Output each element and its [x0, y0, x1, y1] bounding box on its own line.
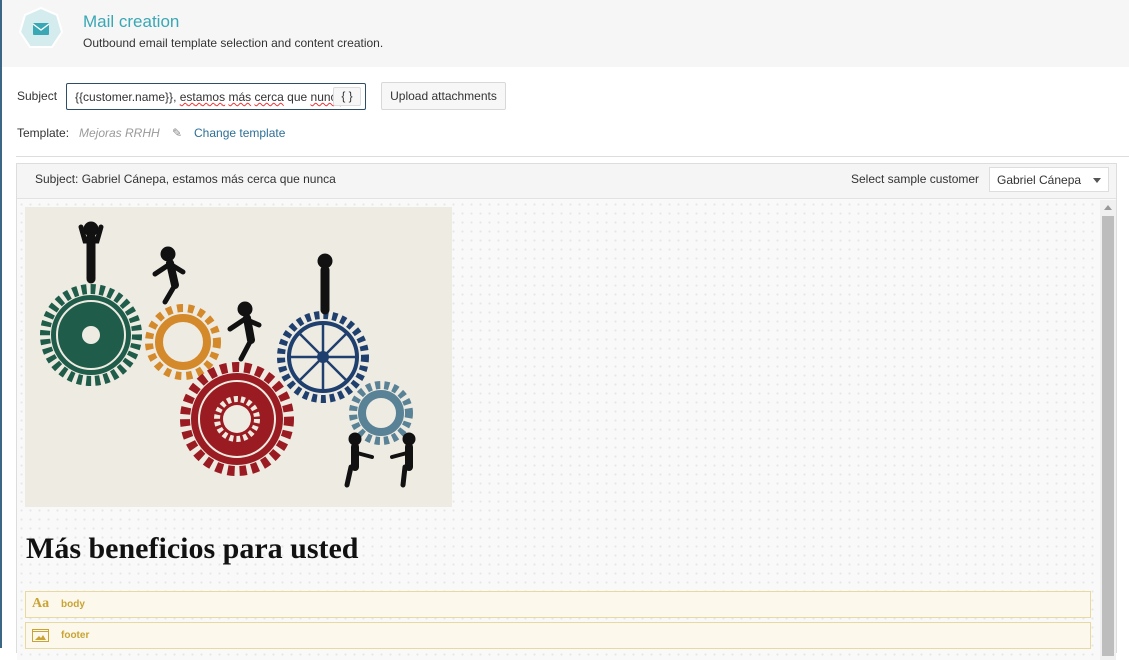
sample-customer-select[interactable]: Gabriel Cánepa — [989, 167, 1109, 192]
change-template-link[interactable]: Change template — [194, 126, 285, 140]
template-name: Mejoras RRHH — [79, 126, 160, 140]
scroll-up-icon[interactable] — [1104, 205, 1112, 210]
block-name: body — [61, 599, 85, 610]
image-icon — [32, 629, 49, 642]
block-name: footer — [61, 630, 90, 641]
template-label: Template: — [17, 126, 70, 140]
pencil-icon[interactable]: ✎ — [172, 126, 182, 140]
divider — [16, 156, 1129, 157]
left-border — [0, 0, 2, 648]
scroll-thumb[interactable] — [1102, 216, 1114, 656]
preview-subject: Subject: Gabriel Cánepa, estamos más cer… — [35, 172, 336, 186]
insert-variable-button[interactable]: { } — [333, 87, 361, 106]
page-header: Mail creation Outbound email template se… — [2, 0, 1129, 67]
email-heading: Más beneficios para usted — [26, 532, 359, 565]
email-canvas: Más beneficios para usted Aa body footer — [17, 200, 1100, 660]
gears-teamwork-image — [25, 207, 452, 507]
envelope-icon — [18, 6, 64, 48]
sample-customer-label: Select sample customer — [851, 172, 980, 186]
preview-scrollbar[interactable] — [1100, 200, 1116, 660]
preview-header: Subject: Gabriel Cánepa, estamos más cer… — [17, 164, 1116, 199]
chevron-down-icon — [1093, 178, 1101, 183]
text-icon: Aa — [32, 596, 50, 611]
page-subtitle: Outbound email template selection and co… — [83, 36, 384, 50]
page-title: Mail creation — [83, 12, 180, 31]
email-preview: Subject: Gabriel Cánepa, estamos más cer… — [16, 163, 1117, 660]
subject-label: Subject — [17, 89, 58, 103]
content-block-body[interactable]: Aa body — [25, 591, 1091, 618]
upload-attachments-button[interactable]: Upload attachments — [381, 82, 506, 110]
subject-input[interactable]: {{customer.name}}, estamos más cerca que… — [66, 83, 366, 110]
content-block-footer[interactable]: footer — [25, 622, 1091, 649]
